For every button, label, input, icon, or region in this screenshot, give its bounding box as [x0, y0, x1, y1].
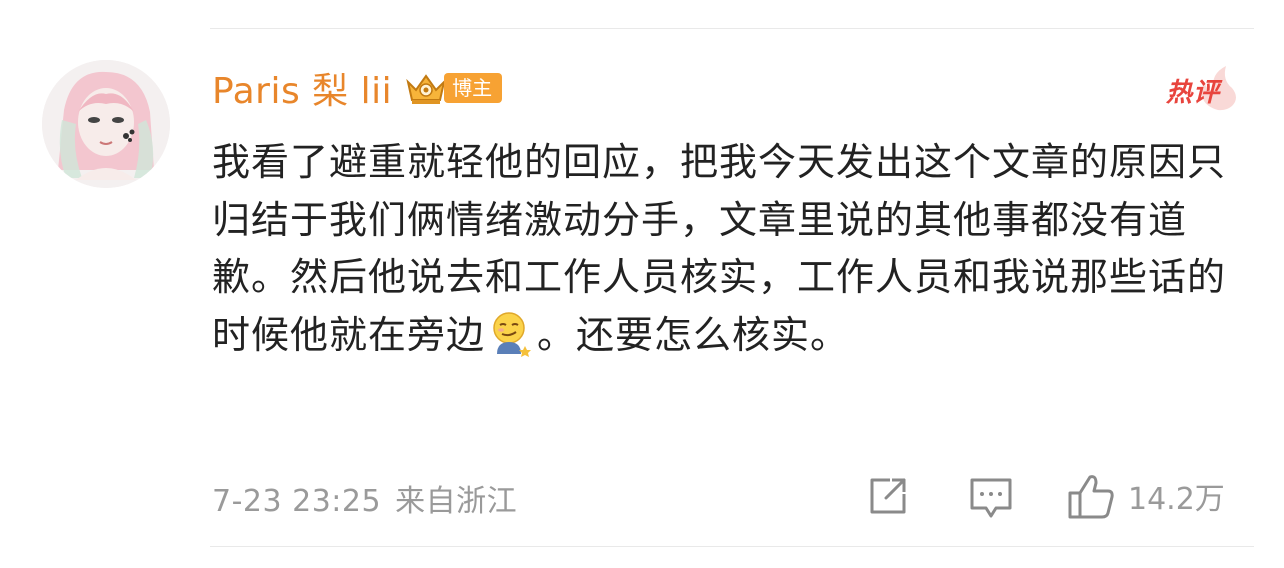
username[interactable]: Paris 梨 lii: [212, 62, 392, 114]
comment-icon: [970, 478, 1012, 518]
comment-body: 我看了避重就轻他的回应，把我今天发出这个文章的原因只归结于我们俩情绪激动分手，文…: [212, 134, 1252, 364]
timestamp: 7-23 23:25: [212, 484, 382, 519]
comment-meta: 7-23 23:25 来自浙江: [212, 476, 517, 520]
comment-card: Paris 梨 lii 博主 热评 我看了避重就轻他的回应，把我今天发出这个文章…: [0, 0, 1284, 568]
smirk-emoji: [489, 310, 533, 358]
like-button[interactable]: 14.2万: [1066, 470, 1225, 522]
avatar[interactable]: [42, 60, 170, 188]
crown-icon: [404, 70, 448, 106]
comment-button[interactable]: [968, 476, 1014, 524]
role-badge: 博主: [444, 73, 503, 103]
like-icon: [1066, 471, 1116, 521]
hot-label: 热评: [1166, 78, 1221, 108]
location: 来自浙江: [395, 484, 518, 519]
user-header: Paris 梨 lii 博主: [212, 62, 503, 114]
share-icon: [870, 478, 906, 514]
comment-text-part2: 。还要怎么核实。: [537, 312, 850, 357]
hot-comment-badge: 热评: [1160, 66, 1240, 111]
divider-top: [210, 28, 1254, 29]
divider-bottom: [210, 546, 1254, 547]
like-count: 14.2万: [1128, 482, 1225, 517]
share-button[interactable]: [868, 476, 908, 516]
